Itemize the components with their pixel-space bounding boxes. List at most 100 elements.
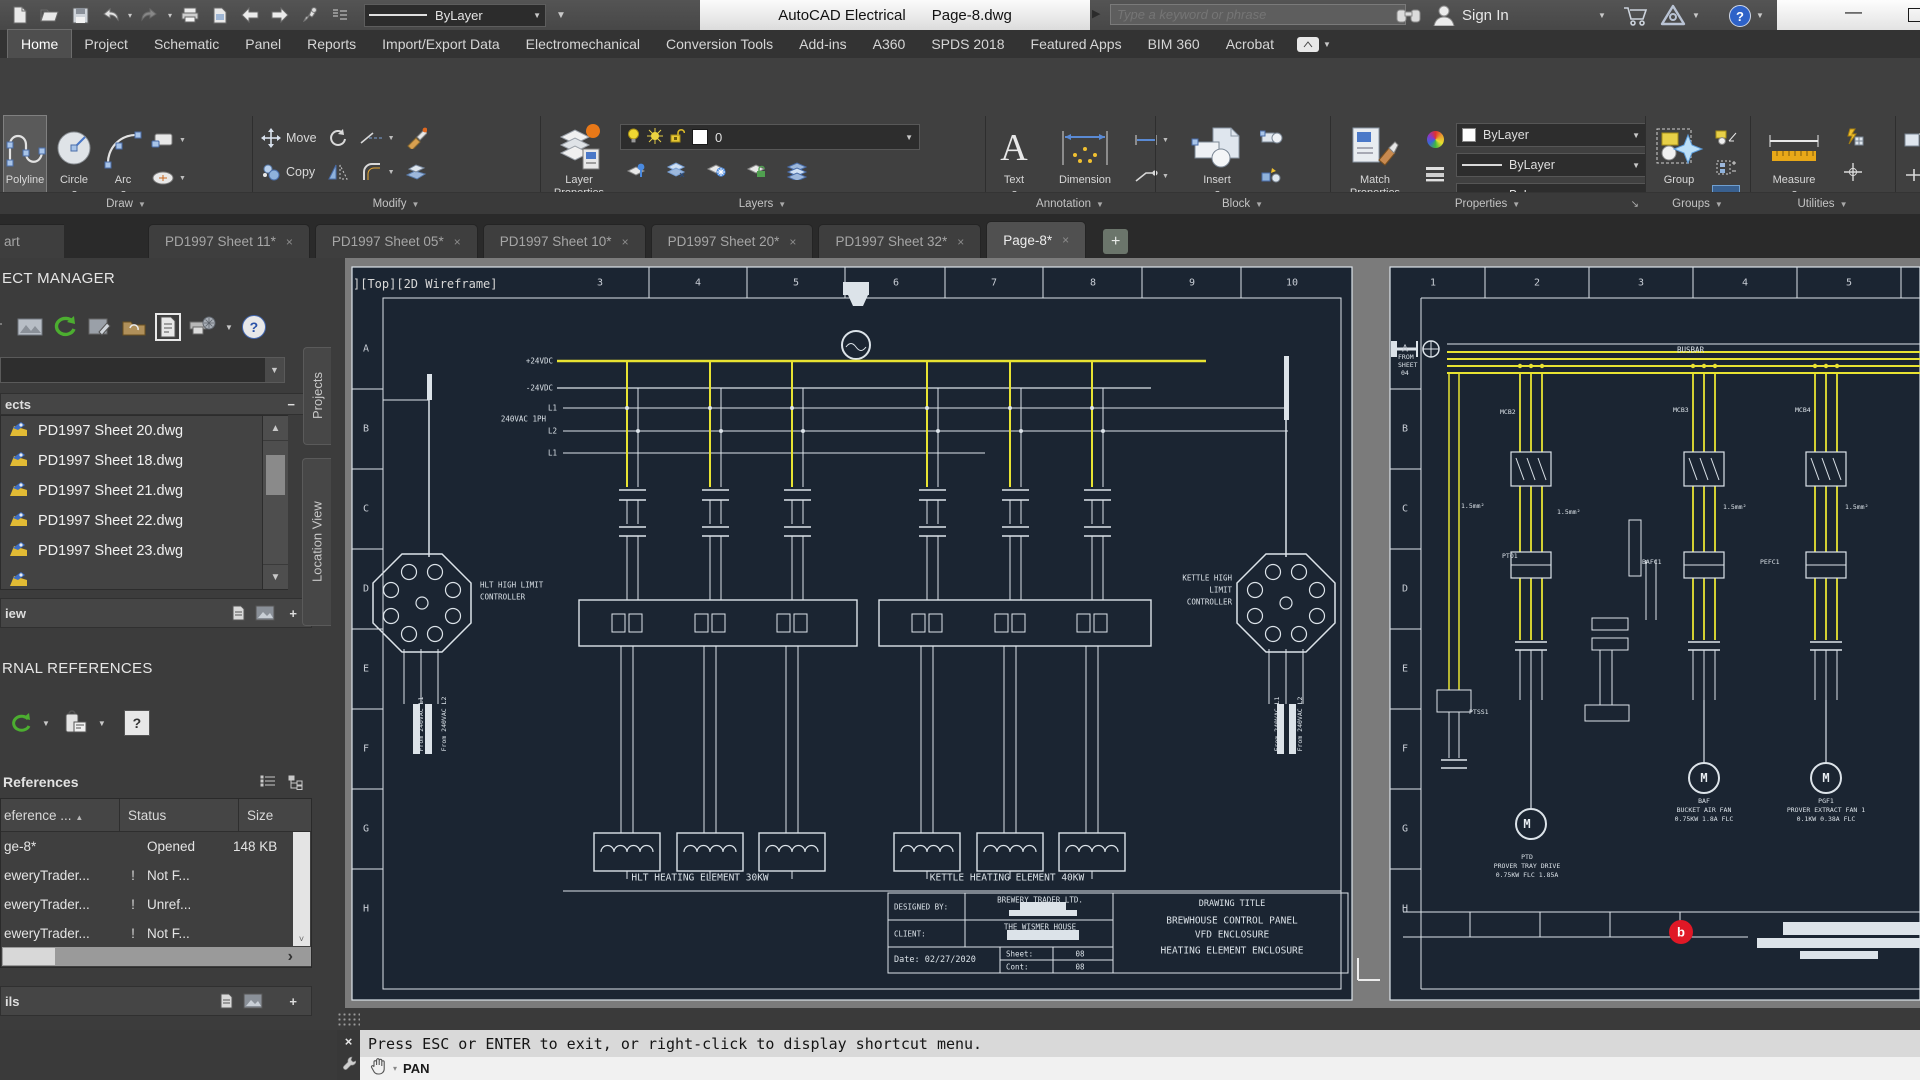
new-file-icon[interactable] <box>8 4 32 26</box>
document-tab-pd1997-sheet-20[interactable]: PD1997 Sheet 20*× <box>651 224 814 258</box>
search-input[interactable] <box>1110 4 1406 25</box>
ribbon-tab-reports[interactable]: Reports <box>294 30 369 58</box>
ungroup-icon[interactable] <box>1713 124 1739 150</box>
document-tab-pd1997-sheet-32[interactable]: PD1997 Sheet 32*× <box>818 224 981 258</box>
sign-in-button[interactable]: Sign In <box>1462 0 1509 30</box>
erase-icon[interactable] <box>403 125 429 151</box>
ribbon-tab-bim-360[interactable]: BIM 360 <box>1135 30 1213 58</box>
layer-states-icon[interactable] <box>784 157 810 183</box>
app-store-cart-icon[interactable] <box>1622 5 1650 26</box>
details-preview-icon[interactable] <box>243 993 263 1009</box>
explode-icon[interactable] <box>403 159 429 185</box>
groups-panel-label[interactable]: Groups▼ <box>1645 193 1750 215</box>
move-button[interactable]: Move <box>258 124 317 152</box>
undo-icon[interactable] <box>98 4 122 26</box>
column-reference-name[interactable]: eference ... ▲ <box>1 808 119 823</box>
ribbon-tab-schematic[interactable]: Schematic <box>141 30 232 58</box>
xref-row-ge-8[interactable]: ge-8*Opened148 KB <box>1 832 311 861</box>
collapse-section-icon[interactable]: − <box>287 397 295 412</box>
xref-hscrollbar[interactable]: › <box>2 947 311 966</box>
quick-select-icon[interactable] <box>1840 124 1866 150</box>
xref-help-icon[interactable]: ? <box>124 710 150 736</box>
rectangle-caret-icon[interactable]: ▼ <box>179 137 186 144</box>
lineweight-list-icon[interactable] <box>1422 161 1448 187</box>
scroll-down-icon[interactable]: ▼ <box>263 564 288 589</box>
leader-caret-icon[interactable]: ▼ <box>1162 173 1169 180</box>
start-tab-partial[interactable]: art <box>0 224 64 258</box>
preview-image-icon[interactable] <box>255 605 275 621</box>
forward-arrow-icon[interactable] <box>268 4 292 26</box>
list-view-icon[interactable] <box>260 775 276 789</box>
user-icon[interactable] <box>1432 4 1456 26</box>
project-file-pd1997-sheet-18-dwg[interactable]: PD1997 Sheet 18.dwg <box>1 446 287 476</box>
projects-section-header[interactable]: ects − <box>0 393 312 415</box>
redo-caret-icon[interactable]: ▾ <box>168 11 172 20</box>
details-section-header[interactable]: ils + <box>0 986 312 1016</box>
a360-icon[interactable] <box>1660 4 1686 28</box>
undo-caret-icon[interactable]: ▾ <box>128 11 132 20</box>
search-icon[interactable] <box>1396 5 1422 24</box>
ribbon-tab-project[interactable]: Project <box>71 30 141 58</box>
qat-bylayer-dropdown[interactable]: ByLayer ▼ <box>364 4 546 27</box>
pm-toolbar-caret-icon[interactable]: ▼ <box>225 323 233 332</box>
ribbon-tab-home[interactable]: Home <box>8 30 71 58</box>
layer-freeze-icon[interactable] <box>647 128 663 147</box>
tree-view-icon[interactable] <box>288 775 304 790</box>
ribbon-tab-featured-apps[interactable]: Featured Apps <box>1018 30 1135 58</box>
details-add-icon[interactable]: + <box>289 994 297 1009</box>
preview-section-header[interactable]: iew + <box>0 598 312 628</box>
trim-caret-icon[interactable]: ▼ <box>388 135 395 142</box>
layer-lock-icon[interactable] <box>670 128 685 146</box>
command-input-row[interactable]: ▾ PAN <box>360 1057 1920 1080</box>
layer-dropdown-caret-icon[interactable]: ▼ <box>905 133 913 142</box>
xref-scroll-right-icon[interactable]: › <box>288 947 293 966</box>
xref-scroll-down-icon[interactable]: ˅ <box>293 934 310 944</box>
help-caret-icon[interactable]: ▼ <box>1756 11 1764 20</box>
plot-project-icon[interactable] <box>188 316 216 338</box>
qat-customize-icon[interactable]: ▼ <box>556 10 566 21</box>
clipped-icon[interactable] <box>0 316 8 338</box>
project-list-scrollbar[interactable]: ▲ ▼ <box>262 416 288 589</box>
rotate-icon[interactable] <box>325 125 351 151</box>
trim-icon[interactable] <box>359 125 385 151</box>
details-doc-icon[interactable] <box>217 992 235 1010</box>
draw-panel-label[interactable]: Draw▼ <box>0 193 252 215</box>
project-file-pd1997-sheet-22-dwg[interactable]: PD1997 Sheet 22.dwg <box>1 506 287 536</box>
ribbon-tab-spds-2018[interactable]: SPDS 2018 <box>918 30 1017 58</box>
command-prompt[interactable]: Press ESC or ENTER to exit, or right-cli… <box>360 1030 1920 1057</box>
edit-attributes-icon[interactable] <box>1259 161 1285 187</box>
projects-side-tab[interactable]: Projects <box>303 347 331 445</box>
object-color-dropdown[interactable]: ByLayer▼ <box>1456 123 1646 147</box>
properties-launcher-icon[interactable]: ↘ <box>1631 199 1639 210</box>
project-selector-dropdown[interactable]: ▼ <box>0 357 285 383</box>
dimension-caret-icon[interactable]: ▼ <box>1162 137 1169 144</box>
xref-row-ewerytrader[interactable]: eweryTrader...!Not F... <box>1 919 311 948</box>
a360-caret-icon[interactable]: ▼ <box>1692 11 1700 20</box>
save-icon[interactable] <box>68 4 92 26</box>
scroll-up-icon[interactable]: ▲ <box>263 416 288 441</box>
close-tab-icon[interactable]: × <box>286 235 293 249</box>
copy-button[interactable]: Copy <box>258 158 317 186</box>
drawing-list-report-icon[interactable] <box>157 315 179 339</box>
sign-in-caret-icon[interactable]: ▼ <box>1598 11 1606 20</box>
layer-on-icon[interactable] <box>627 128 640 146</box>
ribbon-tab-import-export-data[interactable]: Import/Export Data <box>369 30 513 58</box>
layer-color-swatch[interactable] <box>692 129 708 145</box>
pm-help-icon[interactable]: ? <box>242 315 266 339</box>
close-tab-icon[interactable]: × <box>957 235 964 249</box>
attach-xref-icon[interactable] <box>64 710 90 736</box>
project-selector-caret-icon[interactable]: ▼ <box>265 358 284 382</box>
project-file-pd1997-sheet-21-dwg[interactable]: PD1997 Sheet 21.dwg <box>1 476 287 506</box>
clipped-tool-icon[interactable] <box>1901 126 1920 152</box>
xref-hscroll-thumb[interactable] <box>3 948 55 965</box>
maximize-button[interactable] <box>1908 8 1920 22</box>
minimize-button[interactable]: — <box>1845 2 1862 22</box>
ribbon-tab-electromechanical[interactable]: Electromechanical <box>513 30 653 58</box>
annotation-panel-label[interactable]: Annotation▼ <box>985 193 1155 215</box>
column-size[interactable]: Size <box>239 808 273 823</box>
infocenter-arrow-icon[interactable]: ▶ <box>1092 7 1100 20</box>
command-options-caret-icon[interactable]: ▾ <box>393 1064 397 1073</box>
project-file-pd1997-sheet-20-dwg[interactable]: PD1997 Sheet 20.dwg <box>1 416 287 446</box>
group-edit-icon[interactable] <box>1713 155 1739 181</box>
ribbon-tab-acrobat[interactable]: Acrobat <box>1213 30 1287 58</box>
